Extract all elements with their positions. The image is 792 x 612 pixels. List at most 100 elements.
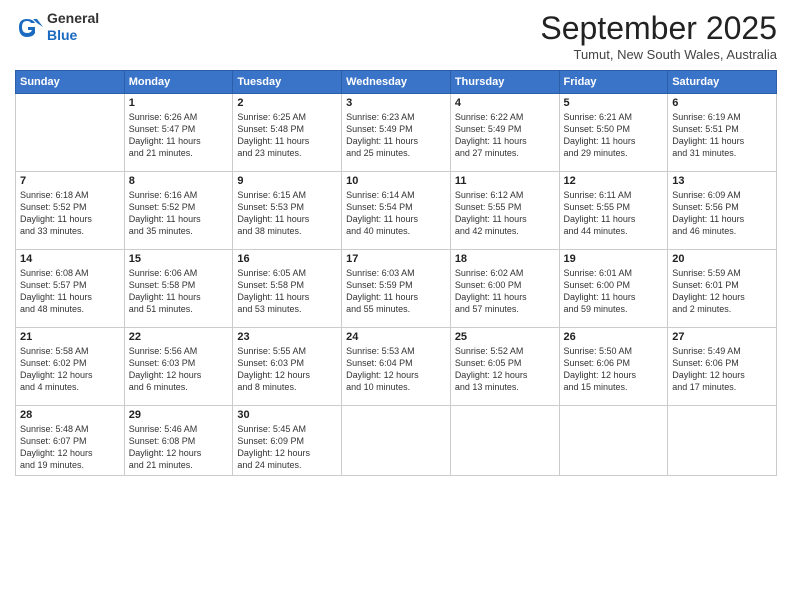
day-info: Sunrise: 6:23 AMSunset: 5:49 PMDaylight:… — [346, 111, 446, 160]
day-number: 12 — [564, 175, 664, 187]
day-info: Sunrise: 5:46 AMSunset: 6:08 PMDaylight:… — [129, 423, 229, 472]
day-info: Sunrise: 6:05 AMSunset: 5:58 PMDaylight:… — [237, 267, 337, 316]
calendar-cell: 18 Sunrise: 6:02 AMSunset: 6:00 PMDayligh… — [450, 250, 559, 328]
day-info: Sunrise: 6:06 AMSunset: 5:58 PMDaylight:… — [129, 267, 229, 316]
day-info: Sunrise: 6:26 AMSunset: 5:47 PMDaylight:… — [129, 111, 229, 160]
calendar-cell: 16Sunrise: 6:05 AMSunset: 5:58 PMDayligh… — [233, 250, 342, 328]
day-number: 15 — [129, 253, 229, 265]
calendar-cell — [668, 406, 777, 476]
day-number: 24 — [346, 331, 446, 343]
col-header-monday: Monday — [124, 71, 233, 94]
calendar-cell: 19 Sunrise: 6:01 AMSunset: 6:00 PMDayligh… — [559, 250, 668, 328]
day-info: Sunrise: 6:02 AMSunset: 6:00 PMDaylight:… — [455, 267, 555, 316]
calendar-cell: 27Sunrise: 5:49 AMSunset: 6:06 PMDayligh… — [668, 328, 777, 406]
day-number: 8 — [129, 175, 229, 187]
location: Tumut, New South Wales, Australia — [540, 47, 777, 62]
calendar-cell — [559, 406, 668, 476]
week-row-3: 21 Sunrise: 5:58 AMSunset: 6:02 PMDayligh… — [16, 328, 777, 406]
day-number: 27 — [672, 331, 772, 343]
calendar-cell: 21 Sunrise: 5:58 AMSunset: 6:02 PMDayligh… — [16, 328, 125, 406]
week-row-4: 28 Sunrise: 5:48 AMSunset: 6:07 PMDayligh… — [16, 406, 777, 476]
week-row-2: 14 Sunrise: 6:08 AMSunset: 5:57 PMDayligh… — [16, 250, 777, 328]
calendar-cell — [342, 406, 451, 476]
day-info: Sunrise: 5:58 AMSunset: 6:02 PMDaylight:… — [20, 345, 120, 394]
day-number: 30 — [237, 409, 337, 421]
day-number: 19 — [564, 253, 664, 265]
day-info: Sunrise: 6:12 AMSunset: 5:55 PMDaylight:… — [455, 189, 555, 238]
day-info: Sunrise: 6:18 AMSunset: 5:52 PMDaylight:… — [20, 189, 120, 238]
day-info: Sunrise: 6:01 AMSunset: 6:00 PMDaylight:… — [564, 267, 664, 316]
day-number: 4 — [455, 97, 555, 109]
calendar-cell: 12 Sunrise: 6:11 AMSunset: 5:55 PMDayligh… — [559, 172, 668, 250]
day-number: 25 — [455, 331, 555, 343]
day-info: Sunrise: 5:55 AMSunset: 6:03 PMDaylight:… — [237, 345, 337, 394]
day-number: 28 — [20, 409, 120, 421]
page: General Blue September 2025 Tumut, New S… — [0, 0, 792, 612]
day-number: 3 — [346, 97, 446, 109]
title-block: September 2025 Tumut, New South Wales, A… — [540, 10, 777, 62]
day-info: Sunrise: 5:52 AMSunset: 6:05 PMDaylight:… — [455, 345, 555, 394]
day-info: Sunrise: 6:14 AMSunset: 5:54 PMDaylight:… — [346, 189, 446, 238]
calendar: SundayMondayTuesdayWednesdayThursdayFrid… — [15, 70, 777, 476]
calendar-cell: 3 Sunrise: 6:23 AMSunset: 5:49 PMDaylight… — [342, 94, 451, 172]
calendar-cell: 20Sunrise: 5:59 AMSunset: 6:01 PMDayligh… — [668, 250, 777, 328]
day-info: Sunrise: 6:09 AMSunset: 5:56 PMDaylight:… — [672, 189, 772, 238]
logo-icon — [15, 13, 43, 41]
day-number: 2 — [237, 97, 337, 109]
calendar-cell: 4 Sunrise: 6:22 AMSunset: 5:49 PMDaylight… — [450, 94, 559, 172]
day-number: 14 — [20, 253, 120, 265]
col-header-sunday: Sunday — [16, 71, 125, 94]
calendar-cell: 7 Sunrise: 6:18 AMSunset: 5:52 PMDaylight… — [16, 172, 125, 250]
day-info: Sunrise: 5:53 AMSunset: 6:04 PMDaylight:… — [346, 345, 446, 394]
day-number: 21 — [20, 331, 120, 343]
day-info: Sunrise: 6:19 AMSunset: 5:51 PMDaylight:… — [672, 111, 772, 160]
calendar-cell: 11 Sunrise: 6:12 AMSunset: 5:55 PMDayligh… — [450, 172, 559, 250]
calendar-cell: 9 Sunrise: 6:15 AMSunset: 5:53 PMDaylight… — [233, 172, 342, 250]
calendar-cell: 6 Sunrise: 6:19 AMSunset: 5:51 PMDaylight… — [668, 94, 777, 172]
day-number: 29 — [129, 409, 229, 421]
calendar-cell: 1Sunrise: 6:26 AMSunset: 5:47 PMDaylight… — [124, 94, 233, 172]
day-number: 10 — [346, 175, 446, 187]
calendar-cell: 14 Sunrise: 6:08 AMSunset: 5:57 PMDayligh… — [16, 250, 125, 328]
day-info: Sunrise: 6:15 AMSunset: 5:53 PMDaylight:… — [237, 189, 337, 238]
calendar-cell: 28 Sunrise: 5:48 AMSunset: 6:07 PMDayligh… — [16, 406, 125, 476]
day-info: Sunrise: 5:59 AMSunset: 6:01 PMDaylight:… — [672, 267, 772, 316]
calendar-cell: 26Sunrise: 5:50 AMSunset: 6:06 PMDayligh… — [559, 328, 668, 406]
calendar-cell: 24 Sunrise: 5:53 AMSunset: 6:04 PMDayligh… — [342, 328, 451, 406]
calendar-cell — [16, 94, 125, 172]
calendar-cell: 17Sunrise: 6:03 AMSunset: 5:59 PMDayligh… — [342, 250, 451, 328]
calendar-cell: 2Sunrise: 6:25 AMSunset: 5:48 PMDaylight… — [233, 94, 342, 172]
calendar-cell: 25 Sunrise: 5:52 AMSunset: 6:05 PMDayligh… — [450, 328, 559, 406]
col-header-saturday: Saturday — [668, 71, 777, 94]
calendar-cell: 30Sunrise: 5:45 AMSunset: 6:09 PMDayligh… — [233, 406, 342, 476]
day-number: 11 — [455, 175, 555, 187]
day-number: 22 — [129, 331, 229, 343]
calendar-cell: 22 Sunrise: 5:56 AMSunset: 6:03 PMDayligh… — [124, 328, 233, 406]
day-number: 13 — [672, 175, 772, 187]
day-info: Sunrise: 6:03 AMSunset: 5:59 PMDaylight:… — [346, 267, 446, 316]
calendar-cell: 15 Sunrise: 6:06 AMSunset: 5:58 PMDayligh… — [124, 250, 233, 328]
day-number: 18 — [455, 253, 555, 265]
calendar-cell — [450, 406, 559, 476]
day-info: Sunrise: 6:11 AMSunset: 5:55 PMDaylight:… — [564, 189, 664, 238]
day-info: Sunrise: 6:21 AMSunset: 5:50 PMDaylight:… — [564, 111, 664, 160]
day-number: 9 — [237, 175, 337, 187]
calendar-cell: 5 Sunrise: 6:21 AMSunset: 5:50 PMDaylight… — [559, 94, 668, 172]
day-info: Sunrise: 5:48 AMSunset: 6:07 PMDaylight:… — [20, 423, 120, 472]
day-number: 26 — [564, 331, 664, 343]
day-info: Sunrise: 6:08 AMSunset: 5:57 PMDaylight:… — [20, 267, 120, 316]
day-number: 6 — [672, 97, 772, 109]
day-info: Sunrise: 6:16 AMSunset: 5:52 PMDaylight:… — [129, 189, 229, 238]
day-info: Sunrise: 6:22 AMSunset: 5:49 PMDaylight:… — [455, 111, 555, 160]
calendar-cell: 23 Sunrise: 5:55 AMSunset: 6:03 PMDayligh… — [233, 328, 342, 406]
day-number: 7 — [20, 175, 120, 187]
day-number: 23 — [237, 331, 337, 343]
logo: General Blue — [15, 10, 99, 44]
col-header-friday: Friday — [559, 71, 668, 94]
day-number: 5 — [564, 97, 664, 109]
calendar-cell: 8 Sunrise: 6:16 AMSunset: 5:52 PMDaylight… — [124, 172, 233, 250]
col-header-tuesday: Tuesday — [233, 71, 342, 94]
day-info: Sunrise: 5:56 AMSunset: 6:03 PMDaylight:… — [129, 345, 229, 394]
month-title: September 2025 — [540, 10, 777, 47]
col-header-thursday: Thursday — [450, 71, 559, 94]
